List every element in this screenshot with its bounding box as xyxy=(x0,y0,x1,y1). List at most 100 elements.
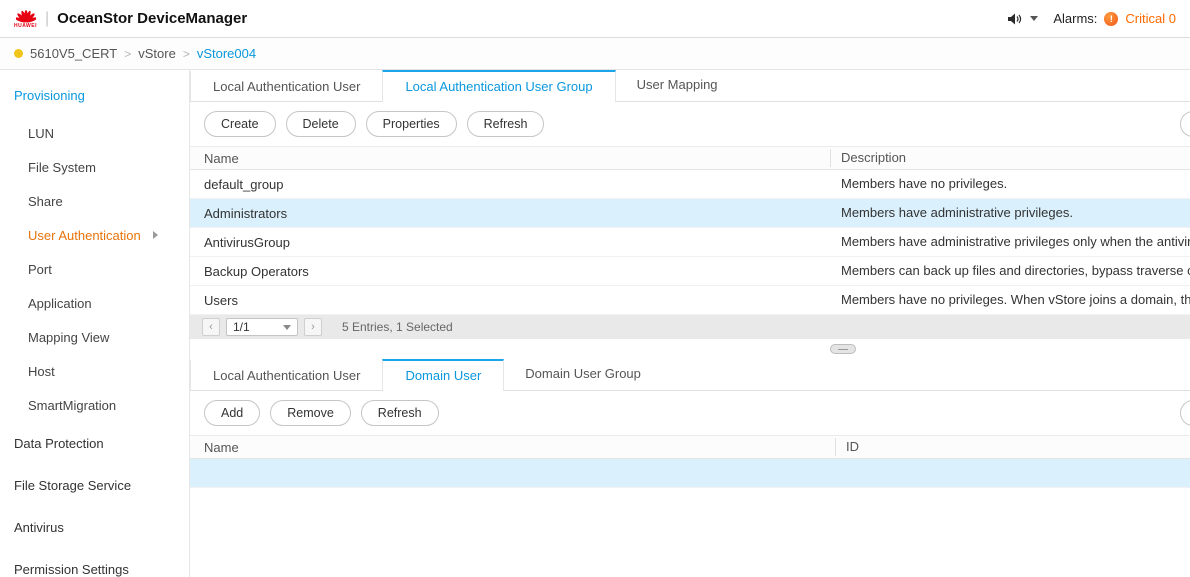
sidebar-item-lun[interactable]: LUN xyxy=(0,116,189,150)
sidebar-item-label: LUN xyxy=(28,125,55,141)
group-name-cell: Users xyxy=(204,292,238,308)
alarms-label: Alarms: xyxy=(1053,11,1098,26)
sidebar-section-label: File Storage Service xyxy=(14,477,132,493)
sidebar-item-label: Host xyxy=(28,363,55,379)
delete-button[interactable]: Delete xyxy=(285,111,356,137)
sidebar-item-label: Application xyxy=(28,295,92,311)
sidebar-item-port[interactable]: Port xyxy=(0,252,189,286)
table-header-row: Name ID xyxy=(190,435,1190,459)
sidebar-item-file-system[interactable]: File System xyxy=(0,150,189,184)
lower-toolbar: Add Remove Refresh xyxy=(190,391,1190,435)
splitter-grip-handle[interactable] xyxy=(830,344,856,354)
tab-label: Local Authentication User xyxy=(213,79,361,94)
huawei-flower-icon xyxy=(15,10,36,23)
add-button[interactable]: Add xyxy=(204,400,261,426)
refresh-button-lower[interactable]: Refresh xyxy=(360,400,439,426)
group-description-cell: Members have administrative privileges. xyxy=(841,205,1073,220)
sidebar-item-label: Share xyxy=(28,193,63,209)
tab-bar-spacer xyxy=(661,359,1190,390)
critical-alarm-icon[interactable]: ! xyxy=(1104,11,1119,26)
tab-label: Domain User Group xyxy=(525,366,641,381)
group-description-cell: Members have administrative privileges o… xyxy=(841,234,1190,249)
next-page-button[interactable]: › xyxy=(304,318,322,336)
sidebar-item-label: Mapping View xyxy=(28,329,110,345)
table-row[interactable]: default_group Members have no privileges… xyxy=(190,170,1190,199)
speaker-icon[interactable] xyxy=(1007,12,1023,26)
table-row[interactable]: Users Members have no privileges. When v… xyxy=(190,286,1190,315)
tab-local-authentication-user[interactable]: Local Authentication User xyxy=(190,70,384,101)
sidebar-item-label: File System xyxy=(28,159,96,175)
clipped-filter-control[interactable] xyxy=(1180,111,1190,137)
remove-button[interactable]: Remove xyxy=(270,400,351,426)
table-row[interactable]: Administrators Members have administrati… xyxy=(190,199,1190,228)
breadcrumb-vstore[interactable]: vStore xyxy=(138,46,176,61)
tab-local-authentication-user-lower[interactable]: Local Authentication User xyxy=(190,359,384,390)
tab-domain-user[interactable]: Domain User xyxy=(382,359,505,391)
pagination-bar: ‹ 1/1 › 5 Entries, 1 Selected xyxy=(190,315,1190,339)
previous-page-button[interactable]: ‹ xyxy=(202,318,220,336)
properties-button[interactable]: Properties xyxy=(365,111,457,137)
table-row[interactable]: Backup Operators Members can back up fil… xyxy=(190,257,1190,286)
sidebar-item-share[interactable]: Share xyxy=(0,184,189,218)
huawei-logo: HUAWEI xyxy=(14,8,37,29)
critical-count-link[interactable]: Critical 0 xyxy=(1125,11,1176,26)
sidebar-item-host[interactable]: Host xyxy=(0,354,189,388)
table-row[interactable]: AntivirusGroup Members have administrati… xyxy=(190,228,1190,257)
group-description-cell: Members can back up files and directorie… xyxy=(841,263,1190,278)
sidebar-item-label: User Authentication xyxy=(28,227,141,243)
sidebar-item-user-authentication[interactable]: User Authentication xyxy=(0,218,189,252)
sidebar-section-permission-settings[interactable]: Permission Settings xyxy=(0,548,189,577)
tab-user-mapping[interactable]: User Mapping xyxy=(614,70,740,101)
tab-domain-user-group[interactable]: Domain User Group xyxy=(503,359,663,390)
sidebar-section-data-protection[interactable]: Data Protection xyxy=(0,422,189,464)
breadcrumb: 5610V5_CERT > vStore > vStore004 xyxy=(0,38,1190,70)
table-row[interactable] xyxy=(190,459,1190,488)
refresh-button[interactable]: Refresh xyxy=(466,111,545,137)
tab-label: Domain User xyxy=(405,368,482,383)
sidebar-nav: Provisioning LUN File System Share User … xyxy=(0,70,190,577)
page-value: 1/1 xyxy=(233,320,250,334)
sidebar-section-label: Antivirus xyxy=(14,519,64,535)
tab-label: Local Authentication User Group xyxy=(405,79,593,94)
group-name-cell: Administrators xyxy=(204,205,288,221)
group-name-cell: default_group xyxy=(204,176,284,192)
entries-summary: 5 Entries, 1 Selected xyxy=(342,320,453,334)
group-description-cell: Members have no privileges. xyxy=(841,176,1008,191)
breadcrumb-device[interactable]: 5610V5_CERT xyxy=(30,46,117,61)
clipped-filter-control[interactable] xyxy=(1180,400,1190,426)
sidebar-section-provisioning[interactable]: Provisioning xyxy=(0,74,189,116)
topbar-right: Alarms: ! Critical 0 xyxy=(1007,11,1176,26)
column-header-description[interactable]: Description xyxy=(830,149,1190,167)
group-name-cell: AntivirusGroup xyxy=(204,234,290,250)
upper-tab-bar: Local Authentication User Local Authenti… xyxy=(190,70,1190,102)
main-content: Local Authentication User Local Authenti… xyxy=(190,70,1190,577)
create-button[interactable]: Create xyxy=(204,111,276,137)
sidebar-item-mapping-view[interactable]: Mapping View xyxy=(0,320,189,354)
group-description-cell: Members have no privileges. When vStore … xyxy=(841,292,1190,307)
sidebar-section-file-storage-service[interactable]: File Storage Service xyxy=(0,464,189,506)
submenu-arrow-icon xyxy=(152,231,158,239)
device-status-dot xyxy=(14,49,23,58)
domain-user-id-cell xyxy=(835,464,1190,482)
brand-divider: | xyxy=(45,9,50,27)
column-header-name[interactable]: Name xyxy=(190,440,835,455)
tab-local-authentication-user-group[interactable]: Local Authentication User Group xyxy=(382,70,616,102)
sidebar-section-label: Provisioning xyxy=(14,87,85,103)
breadcrumb-vstore004[interactable]: vStore004 xyxy=(197,46,256,61)
lower-tab-bar: Local Authentication User Domain User Do… xyxy=(190,359,1190,391)
page-select-dropdown[interactable]: 1/1 xyxy=(226,318,298,336)
sidebar-item-application[interactable]: Application xyxy=(0,286,189,320)
sidebar-section-label: Data Protection xyxy=(14,435,104,451)
sidebar-item-smartmigration[interactable]: SmartMigration xyxy=(0,388,189,422)
app-title: OceanStor DeviceManager xyxy=(57,10,248,27)
top-bar: HUAWEI | OceanStor DeviceManager Alarms:… xyxy=(0,0,1190,38)
breadcrumb-separator: > xyxy=(124,46,132,61)
table-header-row: Name Description xyxy=(190,146,1190,170)
tab-label: User Mapping xyxy=(636,77,718,92)
column-header-id[interactable]: ID xyxy=(835,438,1190,456)
panel-splitter xyxy=(190,339,1190,359)
alarm-sound-dropdown-icon[interactable] xyxy=(1030,16,1039,21)
column-header-name[interactable]: Name xyxy=(190,151,830,166)
tab-label: Local Authentication User xyxy=(213,368,361,383)
sidebar-section-antivirus[interactable]: Antivirus xyxy=(0,506,189,548)
